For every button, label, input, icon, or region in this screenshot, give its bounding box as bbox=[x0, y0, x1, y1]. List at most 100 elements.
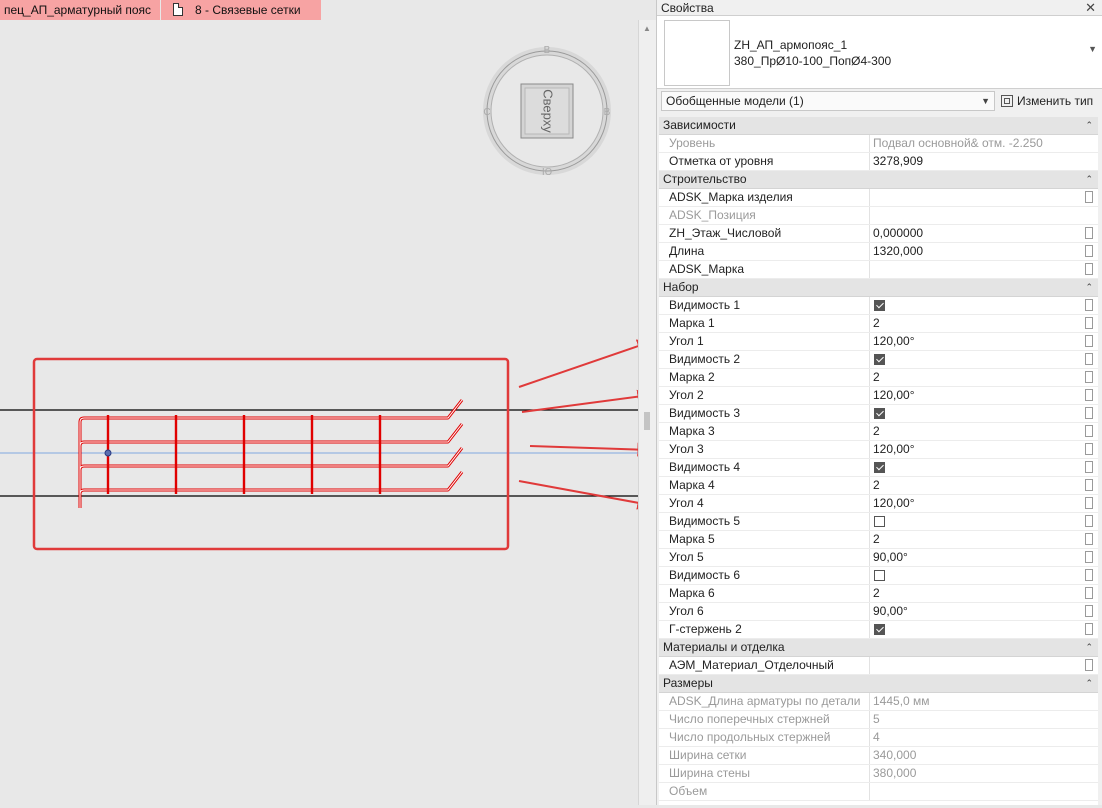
associate-parameter-button[interactable] bbox=[1085, 389, 1093, 401]
collapse-icon[interactable]: ⌃ bbox=[1085, 117, 1093, 134]
property-value[interactable] bbox=[869, 405, 1077, 422]
associate-parameter-button[interactable] bbox=[1085, 191, 1093, 203]
property-value[interactable] bbox=[869, 567, 1077, 584]
associate-parameter-button[interactable] bbox=[1085, 479, 1093, 491]
property-name: Видимость 2 bbox=[669, 352, 741, 366]
property-group-header[interactable]: Размеры ⌃ bbox=[659, 675, 1101, 693]
property-value[interactable]: 3278,909 bbox=[869, 153, 1077, 170]
property-value[interactable]: 120,00° bbox=[869, 333, 1077, 350]
associate-parameter-button[interactable] bbox=[1085, 299, 1093, 311]
group-label: Зависимости bbox=[663, 118, 736, 132]
scroll-thumb[interactable] bbox=[644, 412, 650, 430]
associate-parameter-button[interactable] bbox=[1085, 245, 1093, 257]
property-value[interactable] bbox=[869, 621, 1077, 638]
checkbox-checked[interactable] bbox=[874, 462, 885, 473]
tab-sheet[interactable]: 8 - Связевые сетки bbox=[161, 0, 321, 20]
property-value[interactable] bbox=[869, 297, 1077, 314]
property-value[interactable]: 2 bbox=[869, 369, 1077, 386]
properties-scrollbar[interactable] bbox=[1098, 117, 1102, 805]
associate-parameter-button[interactable] bbox=[1085, 515, 1093, 527]
scroll-up-arrow-icon[interactable]: ▲ bbox=[643, 24, 651, 34]
associate-parameter-button[interactable] bbox=[1085, 425, 1093, 437]
property-group-header[interactable]: Материалы и отделка ⌃ bbox=[659, 639, 1101, 657]
collapse-icon[interactable]: ⌃ bbox=[1085, 279, 1093, 296]
associate-parameter-button[interactable] bbox=[1085, 371, 1093, 383]
viewcube[interactable]: Сверху В В Ю С bbox=[483, 45, 611, 178]
element-filter-dropdown[interactable]: Обобщенные модели (1) ▼ bbox=[661, 91, 995, 111]
property-row: Видимость 1 bbox=[659, 297, 1101, 315]
property-value[interactable]: 2 bbox=[869, 423, 1077, 440]
property-value[interactable]: 2 bbox=[869, 585, 1077, 602]
associate-parameter-button[interactable] bbox=[1085, 587, 1093, 599]
associate-parameter-button[interactable] bbox=[1085, 461, 1093, 473]
checkbox-checked[interactable] bbox=[874, 624, 885, 635]
properties-panel: Свойства ✕ ZH_АП_армопояс_1 380_ПрØ10-10… bbox=[656, 0, 1102, 805]
property-value[interactable]: 90,00° bbox=[869, 603, 1077, 620]
property-value[interactable] bbox=[869, 261, 1077, 278]
property-value[interactable]: 1320,000 bbox=[869, 243, 1077, 260]
associate-parameter-button[interactable] bbox=[1085, 227, 1093, 239]
associate-parameter-button[interactable] bbox=[1085, 407, 1093, 419]
associate-parameter-button[interactable] bbox=[1085, 353, 1093, 365]
property-name: Угол 1 bbox=[669, 334, 704, 348]
associate-parameter-button[interactable] bbox=[1085, 551, 1093, 563]
property-row: ADSK_Марка bbox=[659, 261, 1101, 279]
property-name: Объем bbox=[669, 784, 708, 798]
associate-parameter-button[interactable] bbox=[1085, 497, 1093, 509]
edit-type-button[interactable]: Изменить тип bbox=[1001, 91, 1093, 111]
property-value[interactable]: 120,00° bbox=[869, 387, 1077, 404]
property-group-header[interactable]: Набор ⌃ bbox=[659, 279, 1101, 297]
property-value[interactable] bbox=[869, 189, 1077, 206]
collapse-icon[interactable]: ⌃ bbox=[1085, 171, 1093, 188]
collapse-icon[interactable]: ⌃ bbox=[1085, 639, 1093, 656]
rebar-mesh[interactable] bbox=[78, 399, 464, 508]
property-value[interactable]: 0,000000 bbox=[869, 225, 1077, 242]
canvas-vertical-scrollbar[interactable]: ▲ bbox=[638, 20, 656, 805]
property-row: Число поперечных стержней 5 bbox=[659, 711, 1101, 729]
property-name: АЭМ_Материал_Отделочный bbox=[669, 658, 834, 672]
associate-parameter-button[interactable] bbox=[1085, 263, 1093, 275]
property-group-header[interactable]: Зависимости ⌃ bbox=[659, 117, 1101, 135]
property-value[interactable] bbox=[869, 459, 1077, 476]
associate-parameter-button[interactable] bbox=[1085, 605, 1093, 617]
compass-west: С bbox=[483, 107, 490, 118]
tab-family[interactable]: пец_АП_арматурный пояс bbox=[0, 0, 160, 20]
property-name: Видимость 3 bbox=[669, 406, 741, 420]
associate-parameter-button[interactable] bbox=[1085, 317, 1093, 329]
collapse-icon[interactable]: ⌃ bbox=[1085, 675, 1093, 692]
checkbox-checked[interactable] bbox=[874, 408, 885, 419]
associate-parameter-button[interactable] bbox=[1085, 335, 1093, 347]
associate-parameter-button[interactable] bbox=[1085, 623, 1093, 635]
associate-parameter-button[interactable] bbox=[1085, 533, 1093, 545]
property-value[interactable] bbox=[869, 513, 1077, 530]
property-name: ADSK_Марка bbox=[669, 262, 745, 276]
compass-south: Ю bbox=[542, 167, 552, 178]
property-value[interactable] bbox=[869, 657, 1077, 674]
property-row: Г-стержень 2 bbox=[659, 621, 1101, 639]
property-value[interactable]: 2 bbox=[869, 531, 1077, 548]
property-row: Угол 2 120,00° bbox=[659, 387, 1101, 405]
property-value[interactable]: 120,00° bbox=[869, 441, 1077, 458]
associate-parameter-button[interactable] bbox=[1085, 443, 1093, 455]
property-value[interactable]: 90,00° bbox=[869, 549, 1077, 566]
checkbox-unchecked[interactable] bbox=[874, 516, 885, 527]
checkbox-checked[interactable] bbox=[874, 300, 885, 311]
property-value[interactable]: 120,00° bbox=[869, 495, 1077, 512]
associate-parameter-button[interactable] bbox=[1085, 659, 1093, 671]
property-value[interactable]: 2 bbox=[869, 477, 1077, 494]
property-name: ZH_Этаж_Числовой bbox=[669, 226, 782, 240]
property-value[interactable]: 2 bbox=[869, 315, 1077, 332]
checkbox-unchecked[interactable] bbox=[874, 570, 885, 581]
drawing-canvas[interactable]: Сверху В В Ю С bbox=[0, 20, 652, 805]
panel-title: Свойства bbox=[661, 1, 714, 15]
property-group-header[interactable]: Строительство ⌃ bbox=[659, 171, 1101, 189]
associate-parameter-button[interactable] bbox=[1085, 569, 1093, 581]
chevron-down-icon[interactable]: ▼ bbox=[1088, 44, 1097, 54]
close-icon[interactable]: ✕ bbox=[1085, 0, 1096, 16]
properties-grid: Зависимости ⌃ Уровень Подвал основной& отм.… bbox=[659, 117, 1101, 805]
property-row: Видимость 3 bbox=[659, 405, 1101, 423]
property-value[interactable] bbox=[869, 351, 1077, 368]
checkbox-checked[interactable] bbox=[874, 354, 885, 365]
property-row: Ширина сетки 340,000 bbox=[659, 747, 1101, 765]
type-selector[interactable]: ZH_АП_армопояс_1 380_ПрØ10-100_ПопØ4-300… bbox=[657, 15, 1102, 89]
